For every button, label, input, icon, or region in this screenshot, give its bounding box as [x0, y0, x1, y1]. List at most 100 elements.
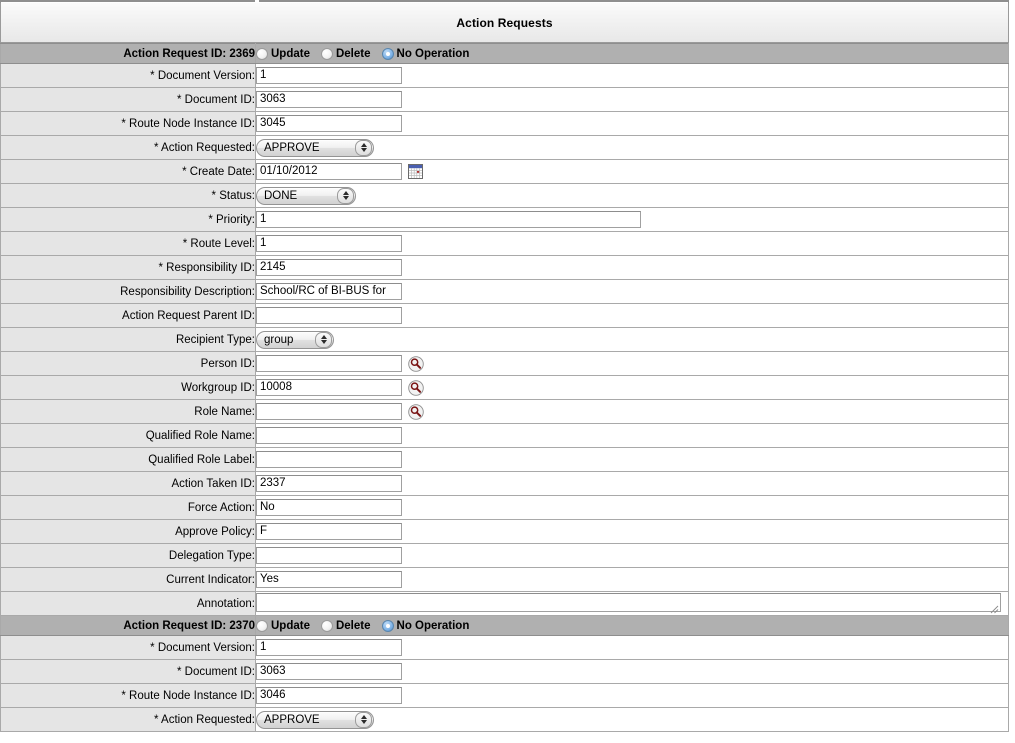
current-indicator-cell [255, 567, 1009, 592]
recipient-type-select[interactable]: group [256, 330, 334, 349]
approve-policy-input[interactable] [256, 523, 402, 540]
field-row: * Document Version: [0, 635, 1009, 660]
search-icon[interactable] [408, 355, 424, 372]
field-row: * Document Version: [0, 63, 1009, 88]
operation-delete-label: Delete [335, 47, 371, 60]
person-id-cell [255, 351, 1009, 376]
section-operations-cell[interactable]: Update Delete No Operation [255, 615, 1009, 636]
operation-no-operation[interactable]: No Operation [381, 47, 469, 60]
create-date-cell [255, 159, 1009, 184]
field-row: * Action Requested: APPROVE [0, 135, 1009, 160]
role-name-input[interactable] [256, 403, 402, 420]
qualified-role-label-input[interactable] [256, 451, 402, 468]
create-date-label: * Create Date: [0, 159, 256, 184]
operation-delete-radio[interactable] [320, 47, 333, 60]
stepper-arrows-icon[interactable] [315, 331, 332, 348]
field-row: * Document ID: [0, 87, 1009, 112]
document-version-input[interactable] [256, 639, 402, 656]
page-root: Action Requests Action Request ID: 2369 U… [0, 0, 1015, 743]
document-id-input[interactable] [256, 91, 402, 108]
force-action-label: Force Action: [0, 495, 256, 520]
stepper-arrows-icon[interactable] [355, 139, 372, 156]
operation-delete-radio[interactable] [320, 619, 333, 632]
calendar-icon[interactable] [408, 164, 423, 179]
operation-no-operation-radio[interactable] [381, 47, 394, 60]
route-level-label: * Route Level: [0, 231, 256, 256]
operation-delete[interactable]: Delete [320, 47, 371, 60]
create-date-input[interactable] [256, 163, 402, 180]
qualified-role-name-input[interactable] [256, 427, 402, 444]
current-indicator-input[interactable] [256, 571, 402, 588]
action-requested-label: * Action Requested: [0, 707, 256, 732]
person-id-label: Person ID: [0, 351, 256, 376]
document-version-cell [255, 63, 1009, 88]
stepper-arrows-icon[interactable] [355, 711, 372, 728]
delegation-type-cell [255, 543, 1009, 568]
current-indicator-label: Current Indicator: [0, 567, 256, 592]
action-requested-cell: APPROVE [255, 135, 1009, 160]
delegation-type-label: Delegation Type: [0, 543, 256, 568]
field-row: Workgroup ID: [0, 375, 1009, 400]
search-icon[interactable] [408, 379, 424, 396]
workgroup-id-cell [255, 375, 1009, 400]
search-icon[interactable] [408, 403, 424, 420]
field-row: * Route Node Instance ID: [0, 683, 1009, 708]
section-header-label: Action Request ID: 2370 [0, 615, 256, 636]
qualified-role-name-cell [255, 423, 1009, 448]
action-requests-table: Action Request ID: 2369 Update Delete No Op… [0, 43, 1009, 732]
annotation-textarea[interactable] [256, 592, 1001, 612]
workgroup-id-input[interactable] [256, 379, 402, 396]
document-version-input[interactable] [256, 67, 402, 84]
document-id-input[interactable] [256, 663, 402, 680]
status-select[interactable]: DONE [256, 186, 356, 205]
document-id-label: * Document ID: [0, 87, 256, 112]
action-requested-select[interactable]: APPROVE [256, 710, 374, 729]
responsibility-id-input[interactable] [256, 259, 402, 276]
field-row: * Status: DONE [0, 183, 1009, 208]
operation-no-operation[interactable]: No Operation [381, 619, 469, 632]
action-request-parent-id-label: Action Request Parent ID: [0, 303, 256, 328]
section-operations-cell[interactable]: Update Delete No Operation [255, 43, 1009, 64]
field-row: Role Name: [0, 399, 1009, 424]
annotation-label: Annotation: [0, 591, 256, 616]
route-node-instance-id-input[interactable] [256, 115, 402, 132]
field-row: * Route Node Instance ID: [0, 111, 1009, 136]
person-id-input[interactable] [256, 355, 402, 372]
operation-radio-group[interactable]: Update Delete No Operation [256, 616, 1008, 635]
role-name-cell [255, 399, 1009, 424]
field-row: Force Action: [0, 495, 1009, 520]
page-title: Action Requests [0, 3, 1009, 43]
action-taken-id-input[interactable] [256, 475, 402, 492]
recipient-type-select-value: group [264, 333, 294, 346]
operation-update-radio[interactable] [256, 619, 268, 632]
priority-label: * Priority: [0, 207, 256, 232]
operation-update-label: Update [271, 47, 310, 60]
route-node-instance-id-input[interactable] [256, 687, 402, 704]
operation-update[interactable]: Update [256, 619, 310, 632]
approve-policy-label: Approve Policy: [0, 519, 256, 544]
section-header-row: Action Request ID: 2370 Update Delete No Op… [0, 615, 1009, 636]
operation-no-operation-radio[interactable] [381, 619, 394, 632]
responsibility-description-label: Responsibility Description: [0, 279, 256, 304]
action-request-parent-id-input[interactable] [256, 307, 402, 324]
force-action-input[interactable] [256, 499, 402, 516]
delegation-type-input[interactable] [256, 547, 402, 564]
document-version-cell [255, 635, 1009, 660]
route-level-input[interactable] [256, 235, 402, 252]
priority-input[interactable] [256, 211, 641, 228]
section-header-row: Action Request ID: 2369 Update Delete No Op… [0, 43, 1009, 64]
stepper-arrows-icon[interactable] [337, 187, 354, 204]
operation-delete[interactable]: Delete [320, 619, 371, 632]
operation-update-radio[interactable] [256, 47, 268, 60]
status-cell: DONE [255, 183, 1009, 208]
responsibility-description-input[interactable] [256, 283, 402, 300]
priority-cell [255, 207, 1009, 232]
action-requested-select-value: APPROVE [264, 713, 320, 726]
action-taken-id-cell [255, 471, 1009, 496]
field-row: Delegation Type: [0, 543, 1009, 568]
action-requested-label: * Action Requested: [0, 135, 256, 160]
operation-update[interactable]: Update [256, 47, 310, 60]
field-row: Qualified Role Name: [0, 423, 1009, 448]
action-requested-select[interactable]: APPROVE [256, 138, 374, 157]
operation-radio-group[interactable]: Update Delete No Operation [256, 44, 1008, 63]
